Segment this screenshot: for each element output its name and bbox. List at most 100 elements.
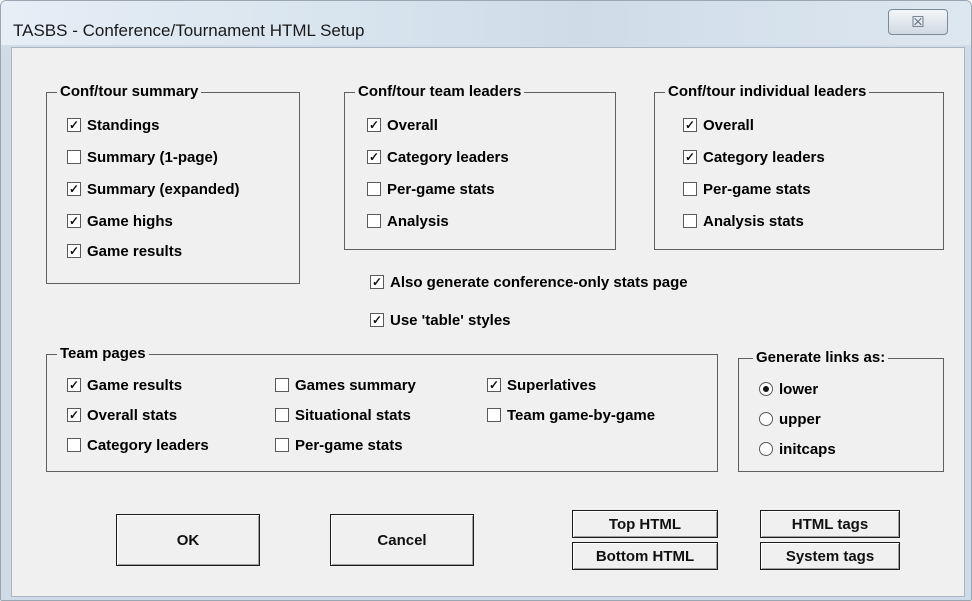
checkbox-label: Standings bbox=[87, 116, 160, 134]
checkbox-label: Superlatives bbox=[507, 376, 597, 394]
checkbox-box[interactable]: ✓ bbox=[370, 275, 384, 289]
checkbox-box[interactable]: ✓ bbox=[67, 244, 81, 258]
conf-summary-legend: Conf/tour summary bbox=[57, 83, 202, 101]
checkbox-box[interactable] bbox=[275, 378, 289, 392]
individual-leaders-legend: Conf/tour individual leaders bbox=[665, 83, 870, 101]
checkbox-tp-situational-stats[interactable]: Situational stats bbox=[275, 405, 411, 425]
window-title: TASBS - Conference/Tournament HTML Setup bbox=[13, 21, 365, 40]
checkbox-label: Situational stats bbox=[295, 406, 411, 424]
team-leaders-legend: Conf/tour team leaders bbox=[355, 83, 525, 101]
checkbox-tp-category-leaders[interactable]: Category leaders bbox=[67, 435, 209, 455]
checkbox-box[interactable]: ✓ bbox=[67, 118, 81, 132]
radio-circle[interactable] bbox=[759, 412, 773, 426]
checkbox-label: Team game-by-game bbox=[507, 406, 656, 424]
checkbox-team-overall[interactable]: ✓ Overall bbox=[367, 115, 438, 135]
conf-summary-group: Conf/tour summary ✓ Standings Summary (1… bbox=[46, 83, 300, 284]
radio-circle[interactable] bbox=[759, 382, 773, 396]
checkbox-conference-only-stats[interactable]: ✓ Also generate conference-only stats pa… bbox=[370, 272, 688, 292]
checkbox-label: Analysis stats bbox=[703, 212, 804, 230]
checkbox-team-per-game-stats[interactable]: Per-game stats bbox=[367, 179, 495, 199]
radio-label: lower bbox=[779, 380, 819, 398]
checkbox-box[interactable]: ✓ bbox=[370, 313, 384, 327]
checkbox-team-category-leaders[interactable]: ✓ Category leaders bbox=[367, 147, 509, 167]
checkbox-standings[interactable]: ✓ Standings bbox=[67, 115, 160, 135]
top-html-button[interactable]: Top HTML bbox=[572, 510, 718, 538]
checkbox-box[interactable] bbox=[367, 214, 381, 228]
checkbox-label: Also generate conference-only stats page bbox=[390, 273, 688, 291]
checkbox-tp-superlatives[interactable]: ✓ Superlatives bbox=[487, 375, 596, 395]
checkbox-label: Overall bbox=[703, 116, 754, 134]
checkbox-tp-game-results[interactable]: ✓ Game results bbox=[67, 375, 182, 395]
checkbox-game-results[interactable]: ✓ Game results bbox=[67, 241, 182, 261]
checkbox-tp-games-summary[interactable]: Games summary bbox=[275, 375, 416, 395]
checkbox-box[interactable] bbox=[683, 214, 697, 228]
checkbox-label: Summary (expanded) bbox=[87, 180, 240, 198]
dialog-window: TASBS - Conference/Tournament HTML Setup… bbox=[0, 0, 972, 601]
checkbox-summary-1-page[interactable]: Summary (1-page) bbox=[67, 147, 218, 167]
checkbox-label: Game results bbox=[87, 376, 183, 394]
radio-circle[interactable] bbox=[759, 442, 773, 456]
html-tags-button[interactable]: HTML tags bbox=[760, 510, 900, 538]
checkbox-tp-per-game-stats[interactable]: Per-game stats bbox=[275, 435, 403, 455]
checkbox-box[interactable]: ✓ bbox=[367, 150, 381, 164]
checkbox-label: Category leaders bbox=[703, 148, 825, 166]
checkbox-label: Per-game stats bbox=[295, 436, 403, 454]
checkbox-label: Summary (1-page) bbox=[87, 148, 218, 166]
checkbox-individual-overall[interactable]: ✓ Overall bbox=[683, 115, 754, 135]
radio-lower[interactable]: lower bbox=[759, 379, 818, 399]
bottom-html-button[interactable]: Bottom HTML bbox=[572, 542, 718, 570]
checkbox-box[interactable]: ✓ bbox=[67, 408, 81, 422]
checkbox-label: Category leaders bbox=[387, 148, 509, 166]
checkbox-label: Use 'table' styles bbox=[390, 311, 511, 329]
dialog-body: Conf/tour summary ✓ Standings Summary (1… bbox=[11, 47, 965, 597]
ok-button[interactable]: OK bbox=[116, 514, 260, 566]
checkbox-label: Category leaders bbox=[87, 436, 209, 454]
checkbox-box[interactable] bbox=[487, 408, 501, 422]
checkbox-box[interactable] bbox=[67, 438, 81, 452]
generate-links-legend: Generate links as: bbox=[753, 349, 889, 367]
checkbox-box[interactable]: ✓ bbox=[67, 214, 81, 228]
checkbox-individual-per-game-stats[interactable]: Per-game stats bbox=[683, 179, 811, 199]
close-button[interactable]: ☒ bbox=[888, 9, 948, 35]
checkbox-label: Per-game stats bbox=[387, 180, 495, 198]
checkbox-box[interactable]: ✓ bbox=[487, 378, 501, 392]
checkbox-label: Game results bbox=[87, 242, 183, 260]
checkbox-box[interactable] bbox=[683, 182, 697, 196]
checkbox-label: Game highs bbox=[87, 212, 173, 230]
checkbox-label: Overall bbox=[387, 116, 438, 134]
checkbox-box[interactable] bbox=[367, 182, 381, 196]
title-bar[interactable]: TASBS - Conference/Tournament HTML Setup… bbox=[1, 1, 971, 45]
checkbox-box[interactable] bbox=[67, 150, 81, 164]
checkbox-label: Overall stats bbox=[87, 406, 178, 424]
checkbox-tp-overall-stats[interactable]: ✓ Overall stats bbox=[67, 405, 177, 425]
checkbox-label: Analysis bbox=[387, 212, 449, 230]
radio-label: initcaps bbox=[779, 440, 836, 458]
checkbox-box[interactable]: ✓ bbox=[367, 118, 381, 132]
generate-links-group: Generate links as: lower upper initcaps bbox=[738, 349, 944, 472]
radio-upper[interactable]: upper bbox=[759, 409, 821, 429]
checkbox-box[interactable]: ✓ bbox=[683, 118, 697, 132]
checkbox-box[interactable] bbox=[275, 408, 289, 422]
checkbox-box[interactable]: ✓ bbox=[67, 182, 81, 196]
checkbox-label: Per-game stats bbox=[703, 180, 811, 198]
radio-initcaps[interactable]: initcaps bbox=[759, 439, 836, 459]
checkbox-box[interactable]: ✓ bbox=[67, 378, 81, 392]
team-leaders-group: Conf/tour team leaders ✓ Overall ✓ Categ… bbox=[344, 83, 616, 250]
checkbox-table-styles[interactable]: ✓ Use 'table' styles bbox=[370, 310, 511, 330]
checkbox-team-analysis[interactable]: Analysis bbox=[367, 211, 449, 231]
individual-leaders-group: Conf/tour individual leaders ✓ Overall ✓… bbox=[654, 83, 944, 250]
system-tags-button[interactable]: System tags bbox=[760, 542, 900, 570]
team-pages-group: Team pages ✓ Game results ✓ Overall stat… bbox=[46, 345, 718, 472]
checkbox-label: Games summary bbox=[295, 376, 416, 394]
checkbox-individual-analysis-stats[interactable]: Analysis stats bbox=[683, 211, 804, 231]
team-pages-legend: Team pages bbox=[57, 345, 149, 363]
checkbox-tp-team-game-by-game[interactable]: Team game-by-game bbox=[487, 405, 655, 425]
cancel-button[interactable]: Cancel bbox=[330, 514, 474, 566]
checkbox-summary-expanded[interactable]: ✓ Summary (expanded) bbox=[67, 179, 240, 199]
checkbox-individual-category-leaders[interactable]: ✓ Category leaders bbox=[683, 147, 825, 167]
checkbox-box[interactable]: ✓ bbox=[683, 150, 697, 164]
radio-label: upper bbox=[779, 410, 821, 428]
checkbox-game-highs[interactable]: ✓ Game highs bbox=[67, 211, 173, 231]
close-icon: ☒ bbox=[911, 14, 925, 31]
checkbox-box[interactable] bbox=[275, 438, 289, 452]
